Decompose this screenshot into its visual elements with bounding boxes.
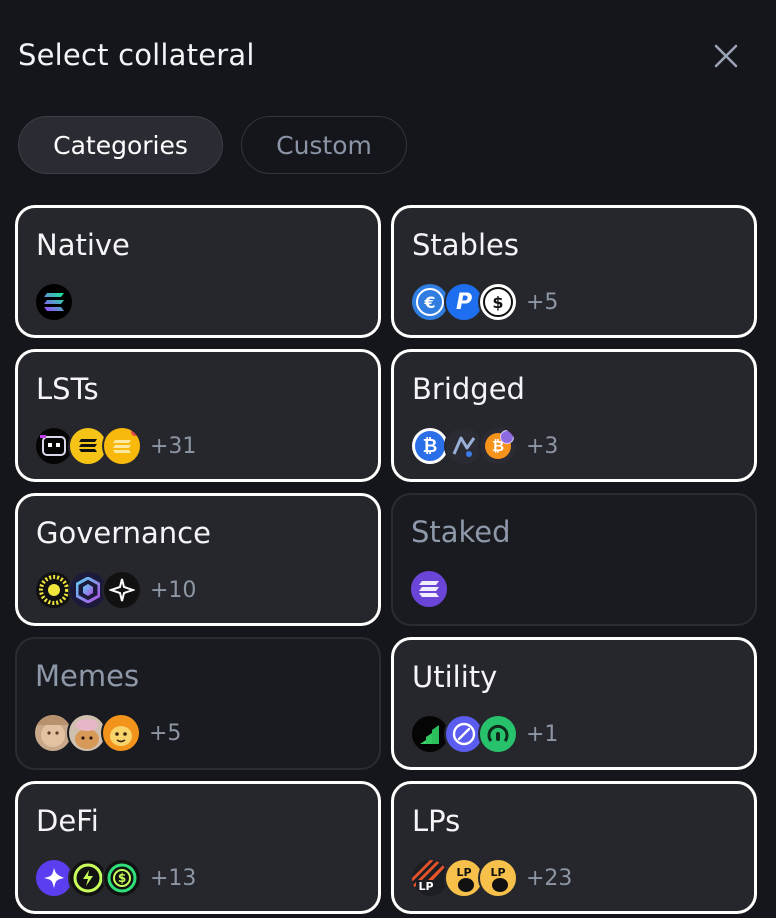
close-icon [714, 44, 738, 68]
token-icons: LP LP LP [410, 858, 518, 898]
more-count: +10 [150, 577, 197, 603]
category-card-lsts[interactable]: LSTs +31 [15, 349, 381, 482]
token-icons: $ [34, 858, 142, 898]
category-card-native[interactable]: Native [15, 205, 381, 338]
token-icons [34, 282, 74, 322]
more-count: +23 [526, 865, 573, 891]
token-icons [34, 570, 142, 610]
solana-icon [34, 282, 74, 322]
category-card-memes[interactable]: Memes +5 [15, 637, 381, 770]
category-name: LSTs [36, 372, 99, 406]
category-card-utility[interactable]: Utility +1 [391, 637, 757, 770]
category-card-governance[interactable]: Governance +10 [15, 493, 381, 626]
category-name: Native [36, 228, 130, 262]
tab-custom[interactable]: Custom [241, 116, 407, 174]
token-icons [410, 714, 518, 754]
token-icons [34, 426, 142, 466]
token-icons [409, 569, 449, 609]
category-card-staked[interactable]: Staked [391, 493, 757, 626]
category-name: Memes [35, 659, 140, 693]
category-name: Stables [412, 228, 519, 262]
category-name: LPs [412, 804, 461, 838]
category-name: Governance [36, 516, 211, 550]
token-icons [33, 713, 141, 753]
more-count: +5 [149, 720, 182, 746]
more-count: +5 [526, 289, 559, 315]
more-count: +13 [150, 865, 197, 891]
token-icons: ₿ ₿ [410, 426, 518, 466]
modal-title: Select collateral [18, 38, 255, 72]
staked-sol-icon [409, 569, 449, 609]
category-name: Utility [412, 660, 498, 694]
tab-categories[interactable]: Categories [18, 116, 223, 174]
category-card-stables[interactable]: Stables € P $ +5 [391, 205, 757, 338]
more-count: +31 [150, 433, 197, 459]
more-count: +1 [526, 721, 559, 747]
category-card-defi[interactable]: DeFi $ +13 [15, 781, 381, 914]
token-icons: € P $ [410, 282, 518, 322]
modal-header: Select collateral [0, 0, 776, 110]
category-name: DeFi [36, 804, 99, 838]
category-card-bridged[interactable]: Bridged ₿ ₿ +3 [391, 349, 757, 482]
category-card-lps[interactable]: LPs LP LP LP +23 [391, 781, 757, 914]
more-count: +3 [526, 433, 559, 459]
category-name: Bridged [412, 372, 525, 406]
close-button[interactable] [710, 40, 742, 72]
category-name: Staked [411, 515, 511, 549]
